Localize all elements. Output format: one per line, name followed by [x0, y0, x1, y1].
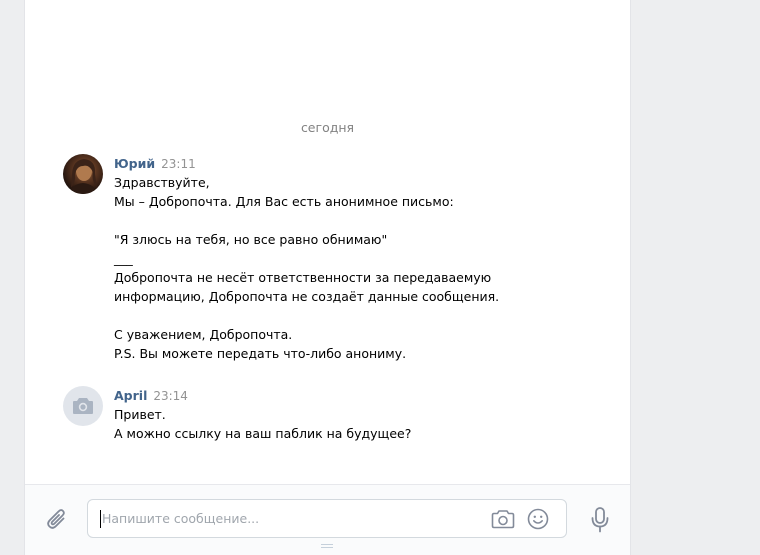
paperclip-icon	[47, 509, 65, 529]
message-composer: Напишите сообщение...	[25, 484, 630, 555]
message-input-placeholder: Напишите сообщение...	[102, 511, 260, 526]
user-photo-icon	[69, 159, 97, 194]
date-divider: сегодня	[300, 120, 355, 135]
message-text-line: Мы – Добропочта. Для Вас есть анонимное …	[114, 194, 454, 209]
chat-panel: сегодня Юрий 23:11 Здравствуйте, Мы – Доб…	[25, 0, 630, 555]
message-text-line: P.S. Вы можете передать что-либо анониму…	[114, 346, 407, 361]
avatar[interactable]	[63, 386, 103, 426]
message-time[interactable]: 23:11	[161, 157, 196, 171]
message-text-line: Добропочта не несёт ответственности за п…	[114, 270, 492, 285]
message-item: Юрий 23:11 Здравствуйте, Мы – Добропочта.…	[63, 154, 603, 364]
microphone-icon	[591, 507, 609, 533]
attach-button[interactable]	[43, 505, 71, 533]
emoji-button[interactable]	[526, 507, 550, 531]
message-text-line: Привет.	[114, 407, 166, 422]
message-input[interactable]: Напишите сообщение...	[87, 499, 567, 538]
message-text-line: Здравствуйте,	[114, 175, 210, 190]
message-text-line: А можно ссылку на ваш паблик на будущее?	[114, 426, 412, 441]
message-text-line: информацию, Добропочта не создаёт данные…	[114, 289, 500, 304]
message-header: April 23:14	[114, 386, 594, 405]
attach-photo-button[interactable]	[490, 508, 516, 530]
avatar[interactable]	[63, 154, 103, 194]
author-name[interactable]: Юрий	[114, 156, 155, 171]
message-text-line: С уважением, Добропочта.	[114, 327, 293, 342]
message-time[interactable]: 23:14	[153, 389, 188, 403]
message-text-line	[114, 211, 594, 230]
camera-icon	[491, 510, 515, 529]
composer-resize-handle[interactable]	[321, 544, 333, 550]
message-body: Юрий 23:11 Здравствуйте, Мы – Добропочта.…	[114, 154, 594, 363]
smiley-icon	[527, 508, 549, 530]
camera-placeholder-icon	[73, 398, 93, 414]
message-body: April 23:14 Привет. А можно ссылку на ваш…	[114, 386, 594, 443]
message-text-line	[114, 306, 594, 325]
message-header: Юрий 23:11	[114, 154, 594, 173]
voice-message-button[interactable]	[586, 505, 614, 535]
message-item: April 23:14 Привет. А можно ссылку на ваш…	[63, 386, 603, 446]
message-text-line: "Я злюсь на тебя, но все равно обнимаю"	[114, 232, 388, 247]
text-caret	[100, 510, 101, 528]
author-name[interactable]: April	[114, 388, 147, 403]
message-text-line: ___	[114, 251, 133, 266]
